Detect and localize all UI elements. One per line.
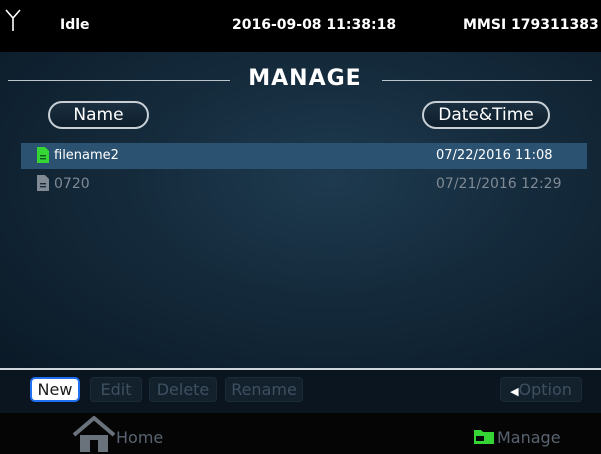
document-icon [37,175,49,191]
status-bar: Idle 2016-09-08 11:38:18 MMSI 179311383 [0,0,601,52]
sort-by-datetime-button[interactable]: Date&Time [422,101,550,129]
file-manager-panel [0,52,601,368]
antenna-icon [5,9,21,31]
nav-manage-label[interactable]: Manage [497,428,561,447]
home-icon[interactable] [71,415,117,453]
nav-home-label[interactable]: Home [116,428,163,447]
option-label: Option [518,380,572,399]
page-title: MANAGE [248,66,362,91]
file-datetime: 07/21/2016 12:29 [436,176,562,192]
action-toolbar: New Edit Delete Rename ◀Option [0,370,601,413]
app-screen: Idle 2016-09-08 11:38:18 MMSI 179311383 … [0,0,601,454]
rename-button[interactable]: Rename [225,377,303,402]
status-datetime: 2016-09-08 11:38:18 [232,17,397,33]
status-mmsi: MMSI 179311383 [463,17,599,33]
folder-icon [474,430,494,444]
title-divider-left [8,80,230,81]
caret-left-icon: ◀ [510,385,519,398]
new-button[interactable]: New [30,377,80,402]
document-icon [37,147,49,163]
file-datetime: 07/22/2016 11:08 [436,148,553,163]
file-name: 0720 [54,176,90,192]
edit-button[interactable]: Edit [90,377,142,402]
status-state: Idle [60,17,90,33]
title-divider-right [382,80,592,81]
bottom-navigation: Home Manage [0,413,601,454]
file-name: filename2 [54,148,119,163]
delete-button[interactable]: Delete [149,377,217,402]
file-row-filename2[interactable]: filename2 07/22/2016 11:08 [21,143,587,169]
option-button[interactable]: ◀Option [500,377,582,402]
sort-by-name-button[interactable]: Name [48,101,149,129]
file-row-0720[interactable]: 0720 07/21/2016 12:29 [21,171,587,197]
